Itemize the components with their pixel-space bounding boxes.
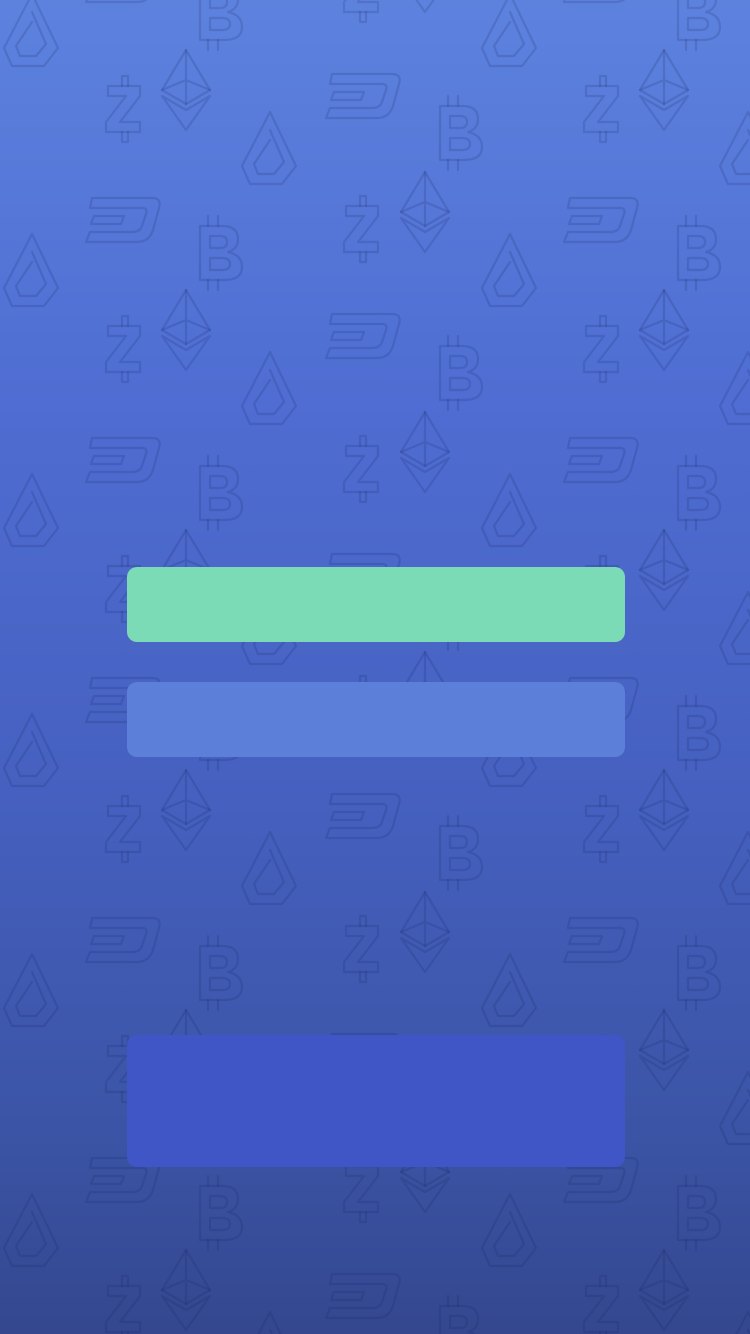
secondary-action-button[interactable] — [127, 682, 625, 757]
primary-action-button[interactable] — [127, 567, 625, 642]
onboarding-screen — [0, 0, 750, 1334]
bottom-panel — [127, 1035, 625, 1167]
